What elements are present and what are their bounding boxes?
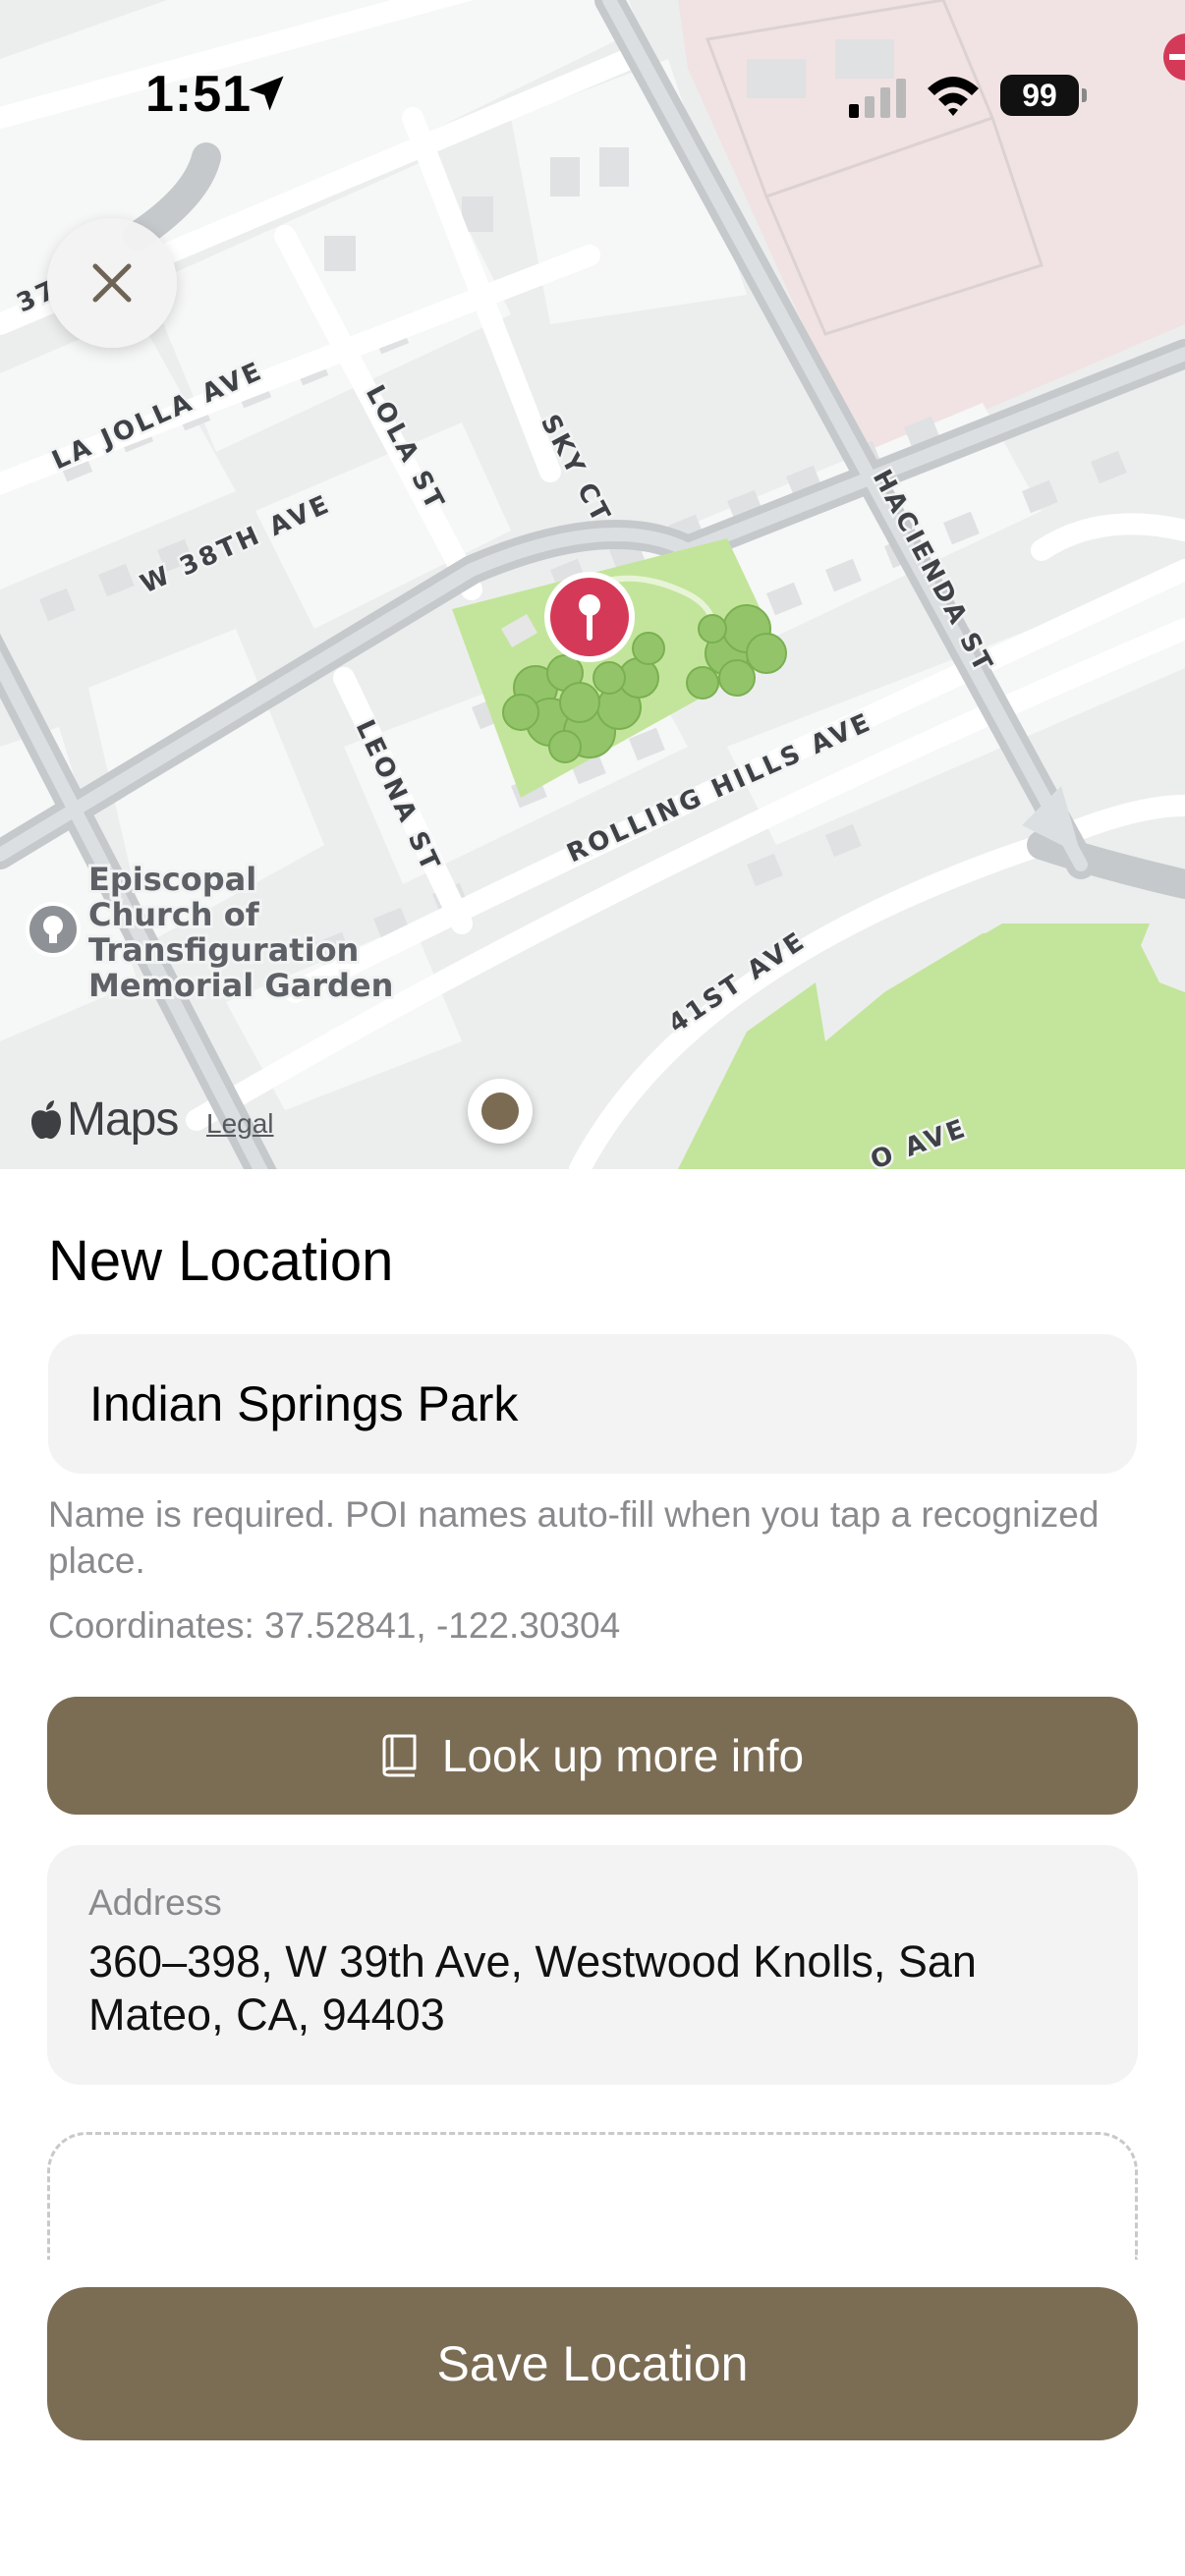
user-location-dot [468, 1079, 533, 1144]
battery-indicator: 99 [1000, 75, 1087, 116]
look-up-more-info-button[interactable]: Look up more info [47, 1697, 1138, 1815]
save-location-button[interactable]: Save Location [47, 2287, 1138, 2440]
look-up-label: Look up more info [441, 1730, 805, 1781]
wifi-icon [928, 77, 979, 116]
poi-label-line-1: Episcopal [88, 861, 256, 898]
book-icon [382, 1734, 417, 1777]
coordinates-text: Coordinates: 37.52841, -122.30304 [48, 1605, 621, 1646]
close-icon [92, 263, 132, 303]
legal-link[interactable]: Legal [206, 1108, 274, 1140]
apple-maps-attribution: Maps [29, 1092, 179, 1147]
address-label: Address [88, 1882, 222, 1923]
status-time: 1:51 [145, 66, 253, 123]
photo-drop-zone[interactable] [47, 2132, 1138, 2260]
map-canvas[interactable]: LA JOLLA AVE W 38TH AVE LOLA ST SKY CT H… [0, 0, 1185, 1169]
map-view[interactable]: LA JOLLA AVE W 38TH AVE LOLA ST SKY CT H… [0, 0, 1185, 1169]
location-arrow-icon [249, 76, 284, 111]
poi-label-line-3: Transfiguration [88, 931, 359, 969]
poi-label-line-4: Memorial Garden [88, 967, 393, 1004]
cellular-signal-icon [849, 79, 906, 118]
name-help-text: Name is required. POI names auto-fill wh… [48, 1494, 1100, 1581]
address-card: Address 360–398, W 39th Ave, Westwood Kn… [47, 1845, 1138, 2085]
poi-label-line-2: Church of [88, 896, 260, 933]
poi-marker-church[interactable] [26, 902, 81, 957]
apple-logo-icon [31, 1099, 61, 1139]
sheet-title: New Location [48, 1229, 394, 1293]
close-button[interactable] [47, 218, 177, 348]
selected-location-pin[interactable] [544, 572, 635, 662]
location-name-input[interactable] [48, 1334, 1137, 1474]
maps-wordmark: Maps [67, 1093, 179, 1146]
address-value: 360–398, W 39th Ave, Westwood Knolls, Sa… [88, 1936, 977, 2040]
